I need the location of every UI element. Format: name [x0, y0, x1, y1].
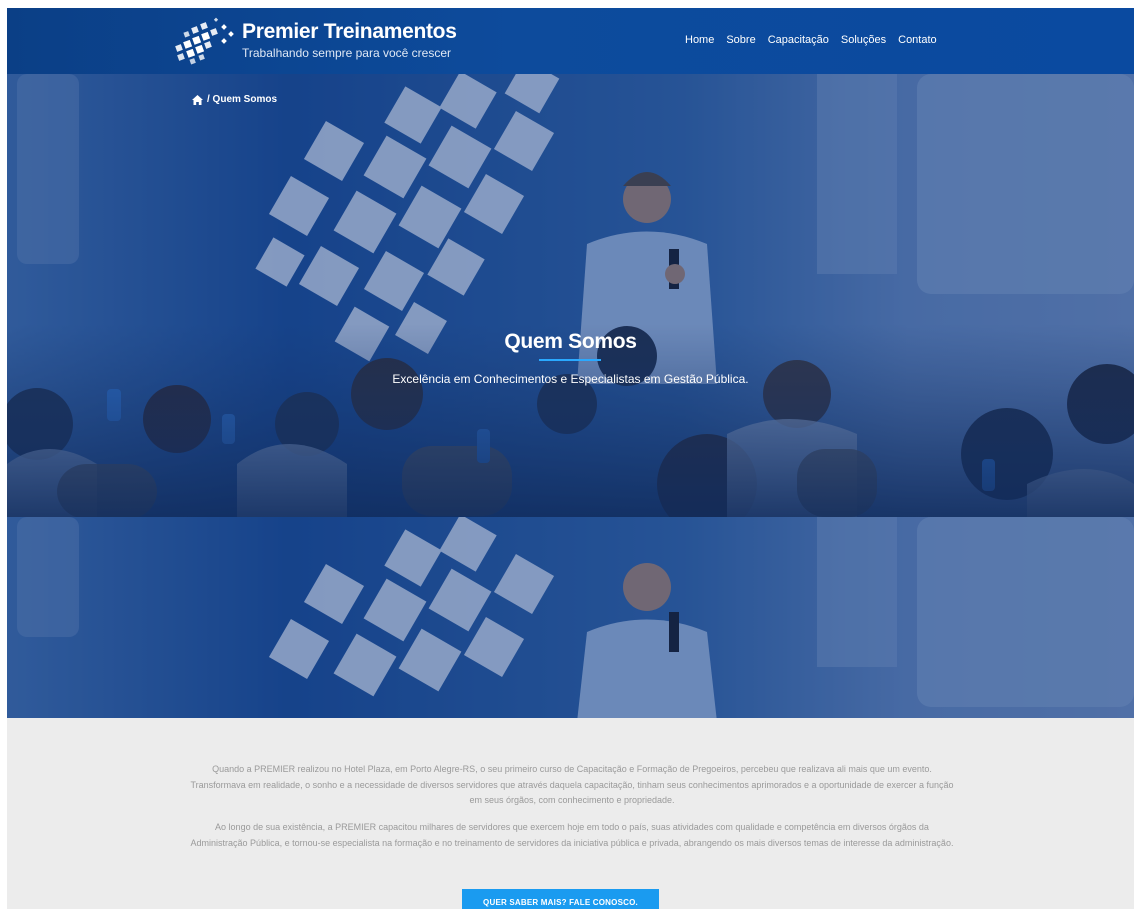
logo-cubes-icon	[175, 17, 234, 65]
about-paragraph-1: Quando a PREMIER realizou no Hotel Plaza…	[190, 764, 954, 805]
main-nav: Home Sobre Capacitação Soluções Contato	[685, 34, 937, 46]
page-title: Quem Somos	[504, 330, 637, 353]
nav-sobre[interactable]: Sobre	[726, 34, 755, 46]
nav-home[interactable]: Home	[685, 34, 714, 46]
about-section: Quando a PREMIER realizou no Hotel Plaza…	[7, 718, 1134, 909]
brand-tagline: Trabalhando sempre para você crescer	[242, 46, 451, 60]
nav-contato[interactable]: Contato	[898, 34, 937, 46]
site-header: Premier Treinamentos Trabalhando sempre …	[7, 8, 1134, 74]
breadcrumb-current: / Quem Somos	[207, 94, 278, 105]
page-subtitle: Excelência em Conhecimentos e Especialis…	[392, 372, 749, 386]
logo[interactable]: Premier Treinamentos Trabalhando sempre …	[172, 15, 457, 69]
contact-cta-button[interactable]: QUER SABER MAIS? FALE CONOSCO.	[462, 889, 659, 909]
breadcrumb: / Quem Somos	[192, 94, 277, 105]
about-paragraph-2: Ao longo de sua existência, a PREMIER ca…	[190, 822, 954, 848]
title-underline	[539, 359, 601, 361]
nav-solucoes[interactable]: Soluções	[841, 34, 886, 46]
nav-capacitacao[interactable]: Capacitação	[768, 34, 829, 46]
home-icon[interactable]	[192, 94, 203, 105]
hero-banner	[7, 74, 1134, 718]
hero-overlay	[7, 74, 1134, 718]
brand-name: Premier Treinamentos	[242, 20, 457, 43]
page: Premier Treinamentos Trabalhando sempre …	[7, 8, 1134, 909]
